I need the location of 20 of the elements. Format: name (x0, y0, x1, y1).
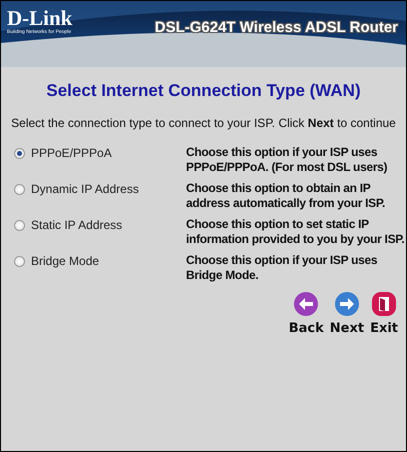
door-icon (371, 291, 398, 317)
option-description: Choose this option if your ISP uses Bridge Mode. (186, 253, 378, 283)
radio-option[interactable]: Static IP Address (1, 217, 186, 233)
logo: D-Link (7, 7, 72, 29)
option-description: Choose this option if your ISP uses PPPoE/PPPoA. (For most DSL users) (186, 145, 388, 175)
option-description: Choose this option to obtain an IP address automatically from your ISP. (186, 181, 386, 211)
radio-button[interactable] (14, 256, 25, 266)
radio-option[interactable]: Dynamic IP Address (1, 181, 186, 197)
radio-button[interactable] (14, 220, 25, 230)
radio-option[interactable]: Bridge Mode (1, 253, 186, 269)
radio-option[interactable]: PPPoE/PPPoA (1, 145, 186, 161)
product-name: DSL-G624T Wireless ADSL Router (154, 19, 398, 36)
instruction-text: Select the connection type to connect to your ISP. Click Next to continue (10, 116, 397, 130)
option-description: Choose this option to set static IP information provided to you by your ISP. (186, 217, 406, 247)
radio-button[interactable] (14, 184, 25, 194)
back-button[interactable]: Back (288, 291, 324, 336)
next-button[interactable]: Next (330, 291, 364, 336)
radio-button[interactable] (14, 148, 25, 158)
exit-button[interactable]: Exit (370, 291, 398, 336)
page-title: Select Internet Connection Type (WAN) (45, 81, 362, 101)
